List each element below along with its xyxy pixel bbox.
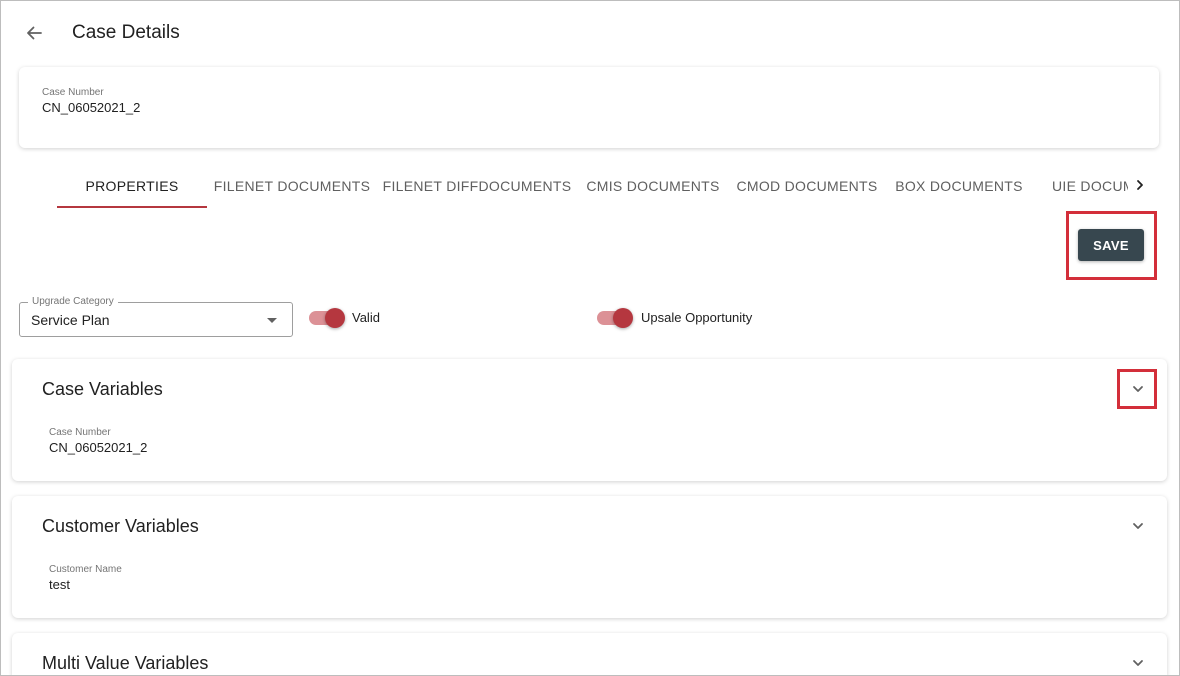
page-header: Case Details xyxy=(1,1,1179,65)
tab-bar: PROPERTIES FILENET DOCUMENTS FILENET DIF… xyxy=(57,163,1129,209)
case-variables-case-number-label: Case Number xyxy=(49,427,111,438)
case-variables-case-number-value: CN_06052021_2 xyxy=(49,440,148,455)
tab-filenet-diffdocuments[interactable]: FILENET DIFFDOCUMENTS xyxy=(383,163,572,208)
multi-value-variables-title: Multi Value Variables xyxy=(42,653,209,673)
page-title: Case Details xyxy=(72,22,180,43)
tab-scroll-right-button[interactable] xyxy=(1128,173,1152,197)
save-button[interactable]: SAVE xyxy=(1078,229,1144,261)
tab-cmis-documents[interactable]: CMIS DOCUMENTS xyxy=(585,163,721,208)
chevron-down-icon xyxy=(1133,660,1143,666)
tab-filenet-documents[interactable]: FILENET DOCUMENTS xyxy=(207,163,377,208)
customer-variables-panel: Customer Variables Customer Name test xyxy=(12,496,1167,618)
case-variables-title: Case Variables xyxy=(42,379,163,399)
customer-variables-collapse-button[interactable] xyxy=(1126,514,1150,538)
tab-uie-documents[interactable]: UIE DOCUMENTS xyxy=(1052,163,1128,208)
back-button[interactable] xyxy=(19,18,49,48)
chevron-highlight-box xyxy=(1117,369,1157,409)
valid-toggle[interactable] xyxy=(309,307,345,328)
multi-value-variables-panel: Multi Value Variables xyxy=(12,633,1167,675)
case-summary-card: Case Number CN_06052021_2 xyxy=(19,67,1159,148)
tab-cmod-documents[interactable]: CMOD DOCUMENTS xyxy=(734,163,880,208)
upsale-opportunity-label: Upsale Opportunity xyxy=(641,310,753,325)
case-number-value: CN_06052021_2 xyxy=(42,100,141,115)
tab-properties[interactable]: PROPERTIES xyxy=(57,163,207,208)
customer-name-label: Customer Name xyxy=(49,564,122,575)
upsale-opportunity-toggle[interactable] xyxy=(597,307,633,328)
chevron-right-icon xyxy=(1137,180,1143,190)
customer-variables-title: Customer Variables xyxy=(42,516,199,536)
case-number-label: Case Number xyxy=(42,87,104,98)
chevron-down-icon xyxy=(1133,523,1143,529)
tab-box-documents[interactable]: BOX DOCUMENTS xyxy=(893,163,1025,208)
case-variables-panel: Case Variables Case Number CN_06052021_2 xyxy=(12,359,1167,481)
case-variables-case-number-field: Case Number CN_06052021_2 xyxy=(49,427,147,455)
upgrade-category-value: Service Plan xyxy=(31,312,110,328)
customer-name-value: test xyxy=(49,577,70,592)
multi-value-variables-collapse-button[interactable] xyxy=(1126,651,1150,675)
upgrade-category-label: Upgrade Category xyxy=(28,296,118,307)
case-number-field: Case Number CN_06052021_2 xyxy=(42,87,140,115)
upsale-toggle-thumb xyxy=(613,308,633,328)
valid-toggle-label: Valid xyxy=(352,310,380,325)
active-tab-indicator xyxy=(57,206,207,208)
app-window: Case Details Case Number CN_06052021_2 P… xyxy=(0,0,1180,676)
arrow-left-icon xyxy=(27,26,42,40)
dropdown-arrow-icon xyxy=(267,318,277,323)
valid-toggle-thumb xyxy=(325,308,345,328)
customer-name-field: Customer Name test xyxy=(49,564,122,592)
upgrade-category-select[interactable]: Upgrade Category Service Plan xyxy=(19,296,293,337)
